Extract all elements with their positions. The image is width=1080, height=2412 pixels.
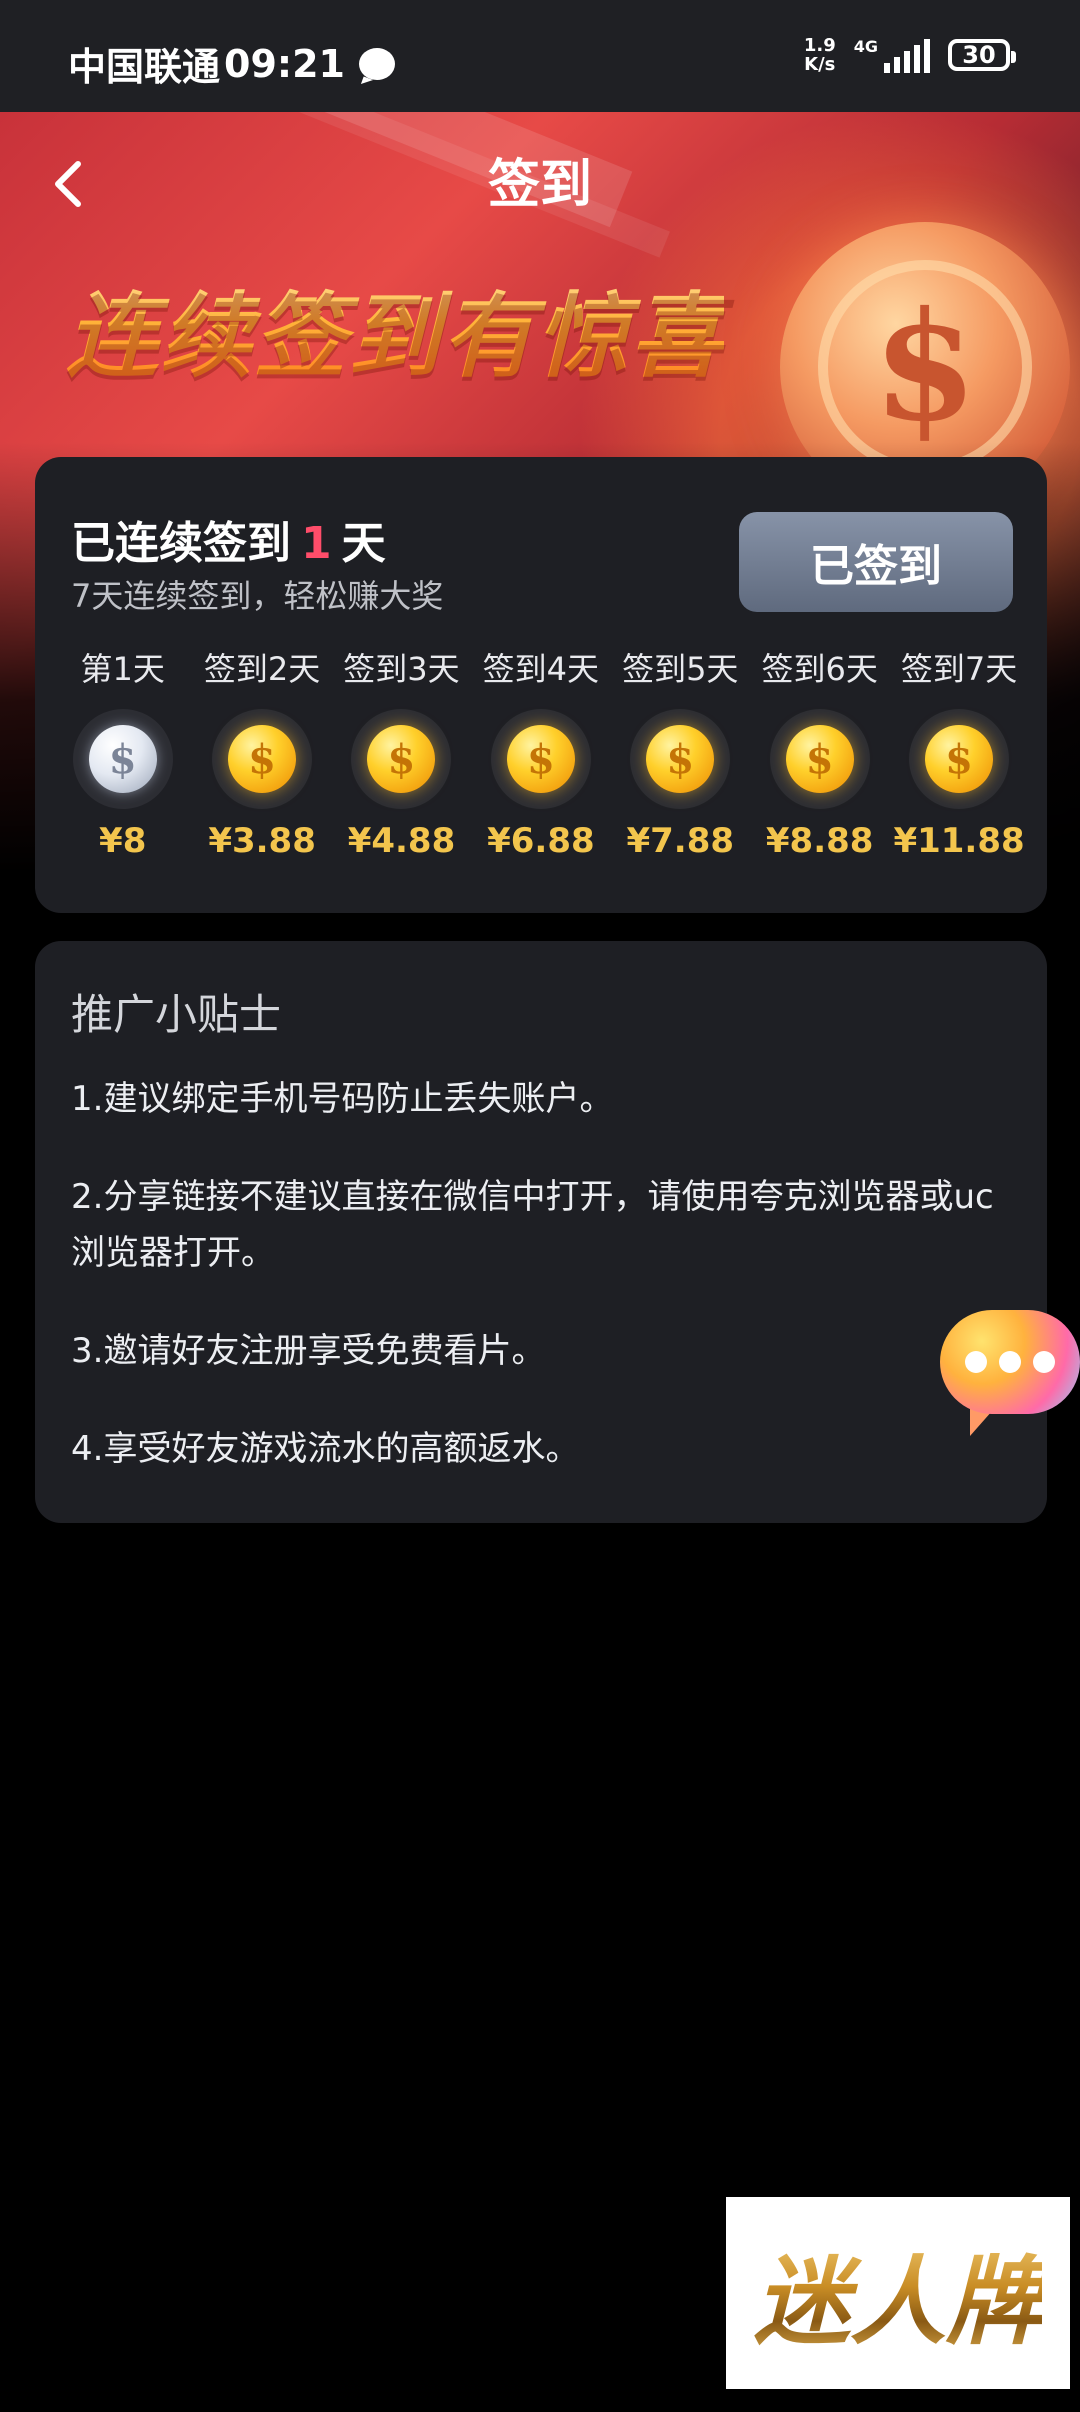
gold-coin-icon: $ [228, 725, 297, 793]
gold-coin-icon: $ [925, 725, 994, 793]
streak-suffix: 天 [341, 518, 386, 569]
day-item-3: 签到3天 $ ¥4.88 [332, 647, 471, 861]
promo-slogan: 连续签到有惊喜 [66, 262, 724, 395]
chat-bubble-icon [940, 1310, 1080, 1414]
day-reward: ¥7.88 [626, 821, 735, 861]
message-notification-icon [358, 47, 395, 80]
gold-coin-icon: $ [785, 725, 854, 793]
network-speed-value: 1.9 [803, 35, 836, 56]
day-reward: ¥4.88 [347, 821, 456, 861]
day-reward: ¥6.88 [487, 821, 595, 861]
coin-slot: $ [490, 709, 591, 809]
streak-prefix: 已连续签到 [71, 518, 291, 569]
tips-title: 推广小贴士 [71, 990, 282, 1039]
signal-bar [884, 63, 890, 73]
day-label: 第1天 [80, 650, 165, 688]
day-item-1: 第1天 $ ¥8 [53, 647, 192, 861]
sign-in-card: 已连续签到 1 天 7天连续签到，轻松赚大奖 已签到 第1天 $ ¥8 签到2天 $… [35, 457, 1047, 913]
day-label: 签到4天 [482, 650, 600, 688]
day-label: 签到7天 [900, 650, 1018, 688]
day-label: 签到6天 [761, 650, 878, 688]
sign-in-page: 中国联通 09:21 1.9 K/s 4G 30 $ 签到 连续签到有惊喜 已连… [0, 0, 1080, 2412]
clock-time: 09:21 [224, 41, 345, 86]
signal-bar [914, 45, 920, 73]
signed-in-button[interactable]: 已签到 [739, 512, 1013, 612]
day-item-5: 签到5天 $ ¥7.88 [611, 647, 750, 861]
status-left: 中国联通 09:21 [68, 36, 395, 91]
status-right: 1.9 K/s 4G 30 [804, 36, 1016, 74]
carrier-name: 中国联通 [68, 45, 221, 89]
battery-level: 30 [962, 41, 996, 69]
streak-days-count: 1 [301, 518, 332, 569]
gold-coin-icon: $ [506, 725, 575, 793]
coin-slot: $ [351, 709, 452, 809]
daily-rewards-row: 第1天 $ ¥8 签到2天 $ ¥3.88 签到3天 $ ¥4.88 签到4天 … [53, 647, 1029, 861]
status-bar: 中国联通 09:21 1.9 K/s 4G 30 [0, 0, 1080, 112]
floating-chat-button[interactable] [940, 1310, 1080, 1436]
day-item-4: 签到4天 $ ¥6.88 [471, 647, 610, 861]
day-item-7: 签到7天 $ ¥11.88 [889, 647, 1028, 861]
day-label: 签到2天 [203, 650, 321, 688]
tips-list: 1.建议绑定手机号码防止丢失账户。 2.分享链接不建议直接在微信中打开，请使用夸… [71, 1071, 1021, 1519]
coin-slot: $ [212, 709, 313, 809]
day-item-2: 签到2天 $ ¥3.88 [192, 647, 331, 861]
promo-tips-card: 推广小贴士 1.建议绑定手机号码防止丢失账户。 2.分享链接不建议直接在微信中打… [35, 941, 1047, 1523]
watermark-logo: 迷人牌 [726, 2197, 1070, 2389]
gold-coin-icon: $ [646, 725, 715, 793]
page-title: 签到 [487, 155, 592, 215]
day-label: 签到3天 [343, 650, 460, 688]
day-reward: ¥8 [99, 821, 147, 861]
chat-dot [965, 1351, 987, 1373]
tip-item: 4.享受好友游戏流水的高额返水。 [71, 1429, 580, 1469]
day-item-6: 签到6天 $ ¥8.88 [750, 647, 889, 861]
tip-item: 3.邀请好友注册享受免费看片。 [71, 1331, 546, 1371]
day-reward: ¥3.88 [208, 821, 316, 861]
battery-icon: 30 [948, 39, 1016, 71]
network-type: 4G [853, 37, 878, 56]
coin-slot: $ [769, 709, 870, 809]
signal-bar [924, 39, 930, 73]
coin-slot: $ [909, 709, 1010, 809]
tip-item: 1.建议绑定手机号码防止丢失账户。 [71, 1079, 614, 1119]
signal-bar [904, 51, 910, 73]
network-speed-unit: K/s [804, 54, 836, 75]
coin-slot: $ [630, 709, 731, 809]
watermark-logo-text: 迷人牌 [754, 2224, 1042, 2363]
chat-dot [1033, 1351, 1055, 1373]
streak-subtitle: 7天连续签到，轻松赚大奖 [71, 577, 444, 615]
day-reward: ¥11.88 [893, 821, 1025, 861]
signal-bar [894, 57, 900, 73]
chat-dot [999, 1351, 1021, 1373]
day-label: 签到5天 [622, 650, 739, 688]
silver-coin-icon: $ [88, 725, 157, 793]
signal-strength-icon: 4G [854, 37, 930, 73]
streak-status: 已连续签到 1 天 [71, 507, 386, 571]
coin-slot: $ [72, 709, 173, 809]
day-reward: ¥8.88 [765, 821, 874, 861]
network-speed: 1.9 K/s [804, 36, 836, 74]
tip-item: 2.分享链接不建议直接在微信中打开，请使用夸克浏览器或uc浏览器打开。 [71, 1177, 994, 1273]
gold-coin-icon: $ [367, 725, 436, 793]
